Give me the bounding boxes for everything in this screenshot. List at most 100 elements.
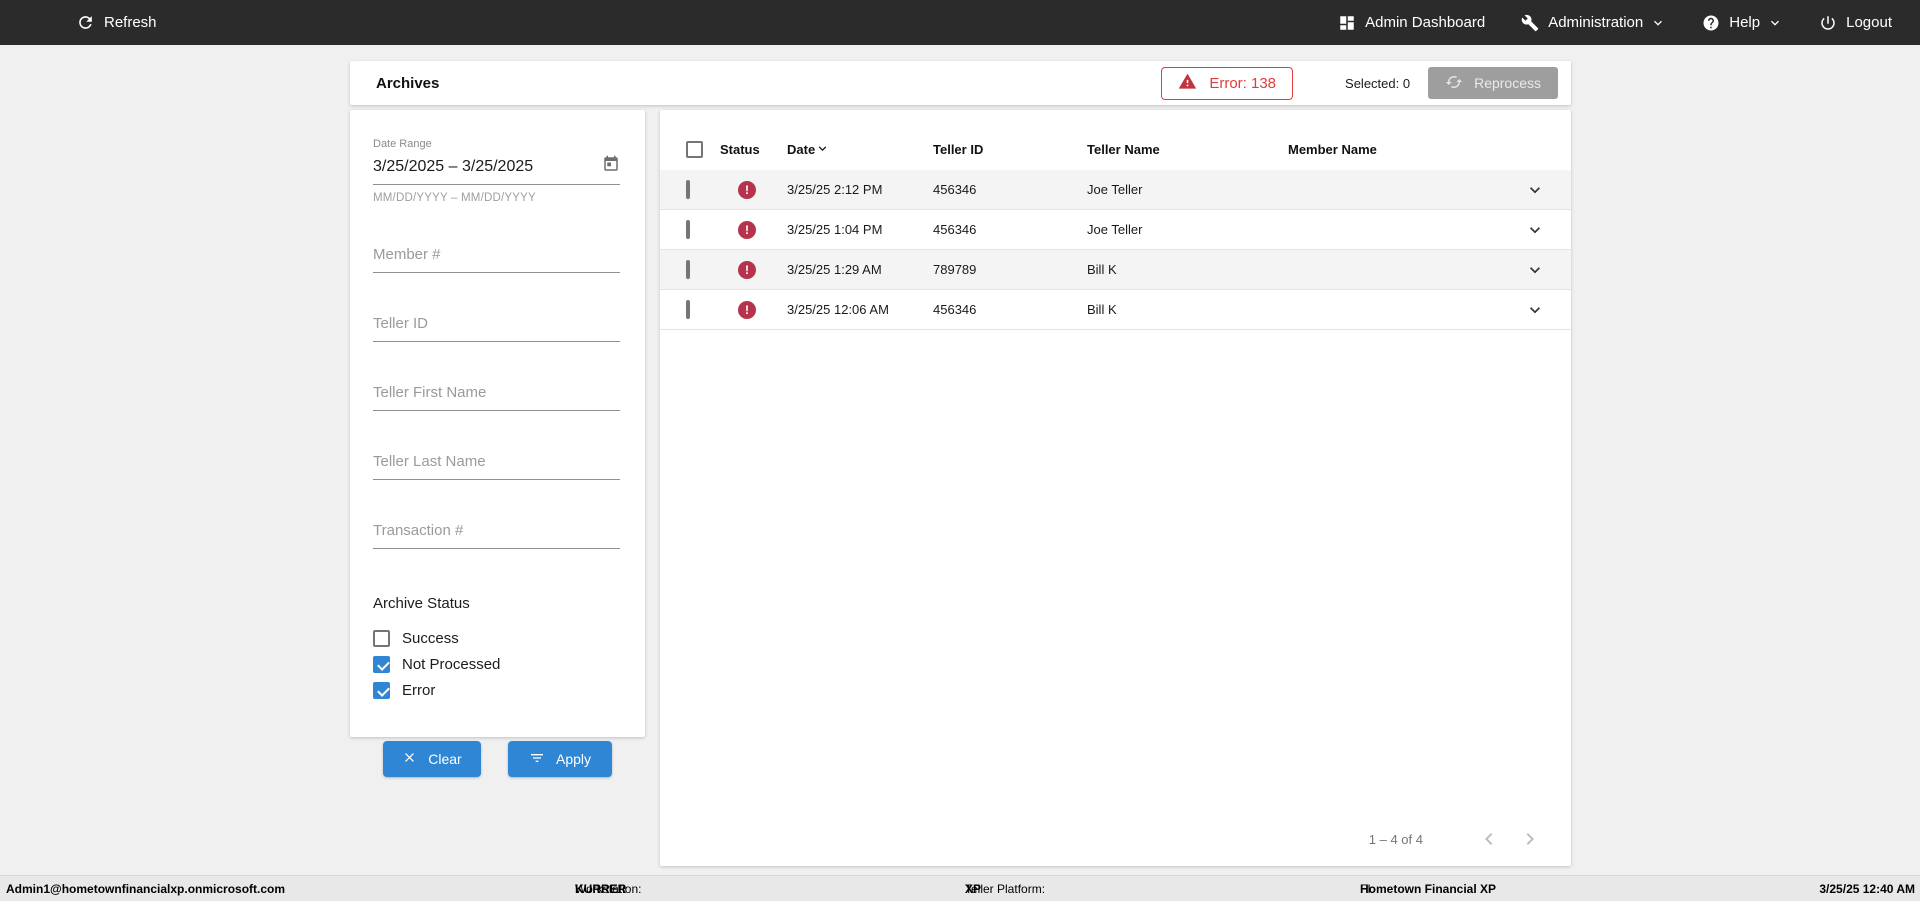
checkbox-label: Not Processed — [402, 656, 501, 673]
error-count-label: Error: 138 — [1209, 74, 1277, 92]
row-checkbox[interactable] — [686, 260, 690, 279]
topbar: Refresh Admin Dashboard Administration H… — [0, 0, 1920, 45]
clear-button[interactable]: Clear — [383, 741, 481, 777]
help-label: Help — [1729, 14, 1761, 31]
power-icon — [1819, 14, 1837, 32]
checkbox-label: Error — [402, 682, 436, 699]
apply-label: Apply — [555, 751, 592, 767]
logout-button[interactable]: Logout — [1819, 14, 1892, 32]
reprocess-cycle-icon — [1445, 73, 1463, 94]
checkbox[interactable] — [373, 656, 390, 673]
current-datetime: 3/25/25 12:40 AM — [1819, 881, 1915, 896]
archive-status-option[interactable]: Success — [373, 630, 620, 647]
reprocess-button[interactable]: Reprocess — [1428, 67, 1558, 99]
date-range-hint: MM/DD/YYYY – MM/DD/YYYY — [373, 192, 536, 204]
error-status-icon: ! — [738, 260, 756, 279]
refresh-button[interactable]: Refresh — [76, 13, 157, 32]
help-menu[interactable]: Help — [1702, 14, 1783, 32]
cell-date: 3/25/25 1:04 PM — [787, 222, 883, 237]
admin-dashboard-menu[interactable]: Admin Dashboard — [1338, 14, 1485, 32]
logout-label: Logout — [1846, 14, 1892, 31]
row-checkbox[interactable] — [686, 300, 690, 319]
archive-status-options: Success Not Processed Error — [373, 630, 620, 699]
column-header-status[interactable]: Status — [720, 142, 787, 157]
archives-table-panel: Status Date Teller ID Teller Name Member… — [660, 110, 1571, 866]
table-header-row: Status Date Teller ID Teller Name Member… — [660, 128, 1571, 170]
next-page-button[interactable] — [1517, 826, 1543, 852]
select-all-checkbox[interactable] — [686, 140, 703, 158]
column-header-date[interactable]: Date — [787, 140, 933, 159]
archives-toolbar: Archives Error: 138 Selected: 0 Reproces… — [350, 61, 1571, 105]
archive-status-option[interactable]: Error — [373, 682, 620, 699]
column-header-teller-name[interactable]: Teller Name — [1087, 142, 1288, 157]
chevron-down-icon — [1767, 15, 1783, 31]
chevron-down-icon — [1650, 15, 1666, 31]
cell-teller-id: 789789 — [933, 262, 977, 277]
reprocess-label: Reprocess — [1474, 75, 1541, 91]
close-icon — [402, 750, 417, 768]
date-range-label: Date Range — [373, 138, 432, 150]
warning-icon — [1178, 72, 1197, 95]
apply-button[interactable]: Apply — [508, 741, 612, 777]
table-row: ! 3/25/25 2:12 PM 456346 Joe Teller — [660, 170, 1571, 210]
error-status-icon: ! — [738, 180, 756, 199]
pagination-range-label: 1 – 4 of 4 — [1368, 831, 1423, 847]
cell-teller-id: 456346 — [933, 222, 977, 237]
error-status-icon: ! — [738, 300, 756, 319]
sort-descending-icon — [815, 141, 830, 159]
checkbox[interactable] — [373, 630, 390, 647]
cell-teller-id: 456346 — [933, 302, 977, 317]
transaction-number-input[interactable] — [373, 522, 620, 549]
wrench-icon — [1521, 14, 1539, 32]
table-row: ! 3/25/25 1:04 PM 456346 Joe Teller — [660, 210, 1571, 250]
checkbox-label: Success — [402, 630, 459, 647]
error-status-icon: ! — [738, 220, 756, 239]
filter-icon — [529, 750, 545, 769]
table-row: ! 3/25/25 12:06 AM 456346 Bill K — [660, 290, 1571, 330]
help-icon — [1702, 14, 1720, 32]
teller-first-name-input[interactable] — [373, 384, 620, 411]
archive-status-option[interactable]: Not Processed — [373, 656, 620, 673]
cell-teller-name: Joe Teller — [1087, 182, 1143, 197]
column-header-member-name[interactable]: Member Name — [1288, 142, 1499, 157]
cell-date: 3/25/25 1:29 AM — [787, 262, 882, 277]
expand-row-button[interactable] — [1499, 260, 1571, 280]
cell-teller-name: Bill K — [1087, 302, 1117, 317]
admin-dashboard-label: Admin Dashboard — [1365, 14, 1486, 31]
previous-page-button[interactable] — [1476, 826, 1502, 852]
error-count-badge[interactable]: Error: 138 — [1161, 66, 1294, 100]
cell-teller-name: Joe Teller — [1087, 222, 1143, 237]
column-header-teller-id[interactable]: Teller ID — [933, 142, 1087, 157]
selected-count: Selected: 0 — [1345, 75, 1411, 91]
archive-status-heading: Archive Status — [373, 595, 470, 612]
checkbox[interactable] — [373, 682, 390, 699]
clear-label: Clear — [428, 751, 462, 767]
member-number-input[interactable] — [373, 246, 620, 273]
row-checkbox[interactable] — [686, 180, 690, 199]
cell-date: 3/25/25 12:06 AM — [787, 302, 889, 317]
row-checkbox[interactable] — [686, 220, 690, 239]
expand-row-button[interactable] — [1499, 220, 1571, 240]
filter-panel: Date Range MM/DD/YYYY – MM/DD/YYYY Archi… — [350, 110, 645, 777]
administration-menu[interactable]: Administration — [1521, 14, 1666, 32]
teller-last-name-input[interactable] — [373, 453, 620, 480]
teller-id-input[interactable] — [373, 315, 620, 342]
administration-label: Administration — [1548, 14, 1644, 31]
expand-row-button[interactable] — [1499, 300, 1571, 320]
refresh-icon — [76, 13, 95, 32]
date-range-input[interactable] — [373, 157, 602, 176]
pagination: 1 – 4 of 4 — [1369, 826, 1543, 852]
expand-row-button[interactable] — [1499, 180, 1571, 200]
page-title: Archives — [376, 74, 440, 92]
table-body: ! 3/25/25 2:12 PM 456346 Joe Teller! 3/25/25… — [660, 170, 1571, 330]
status-bar: Admin1@hometownfinancialxp.onmicrosoft.c… — [0, 875, 1920, 901]
cell-teller-name: Bill K — [1087, 262, 1117, 277]
cell-date: 3/25/25 2:12 PM — [787, 182, 883, 197]
refresh-label: Refresh — [104, 14, 157, 31]
table-row: ! 3/25/25 1:29 AM 789789 Bill K — [660, 250, 1571, 290]
cell-teller-id: 456346 — [933, 182, 977, 197]
column-header-date-label: Date — [787, 141, 816, 157]
logged-in-user: Admin1@hometownfinancialxp.onmicrosoft.c… — [6, 881, 286, 896]
calendar-icon[interactable] — [602, 155, 620, 178]
dashboard-icon — [1338, 14, 1356, 32]
